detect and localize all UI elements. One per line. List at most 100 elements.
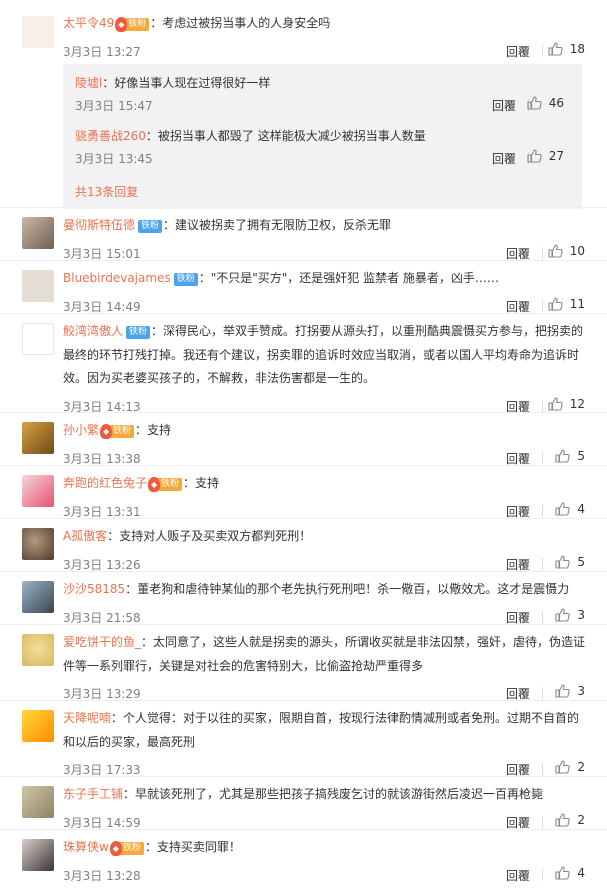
avatar[interactable] xyxy=(22,581,54,613)
comment-item: 孙小繁 ◆ 铁粉 ：支持 3月3日 13:38 回覆 5 xyxy=(0,412,607,467)
action-divider xyxy=(542,399,543,412)
comment-username[interactable]: 珠算侠w xyxy=(63,840,109,854)
comment-body: ：考虑过被拐当事人的人身安全吗 xyxy=(150,16,331,30)
like-button[interactable]: 5 xyxy=(555,449,585,463)
sub-reply-username[interactable]: 骁勇善战260 xyxy=(75,129,146,143)
like-count: 2 xyxy=(577,760,585,774)
like-button[interactable]: 3 xyxy=(555,684,585,698)
sub-reply-button[interactable]: 回覆 xyxy=(492,150,516,167)
thumbs-up-icon xyxy=(527,149,549,163)
like-button[interactable]: 2 xyxy=(555,760,585,774)
like-button[interactable]: 10 xyxy=(548,244,585,258)
reply-button[interactable]: 回覆 xyxy=(506,43,530,60)
avatar[interactable] xyxy=(22,323,54,355)
comment-item: 奔跑的红色兔子 ◆ 铁粉 ：支持 3月3日 13:31 回覆 4 xyxy=(0,465,607,520)
reply-button[interactable]: 回覆 xyxy=(506,450,530,467)
action-divider xyxy=(542,763,543,775)
comment-username[interactable]: 东子手工铺 xyxy=(63,787,123,801)
reply-button[interactable]: 回覆 xyxy=(506,814,530,831)
comment-text: 奔跑的红色兔子 ◆ 铁粉 ：支持 xyxy=(63,472,589,496)
like-count: 4 xyxy=(577,865,585,880)
action-divider xyxy=(542,299,543,312)
sub-reply-body: ：好像当事人现在过得很好一样 xyxy=(102,76,271,90)
avatar[interactable] xyxy=(22,270,54,302)
thumbs-up-icon xyxy=(555,501,577,516)
like-button[interactable]: 4 xyxy=(555,502,585,516)
like-button[interactable]: 2 xyxy=(555,813,585,827)
like-button[interactable]: 5 xyxy=(555,555,585,569)
action-divider xyxy=(542,44,543,57)
comment-item: 太平令49 ◆ 铁粉 ：考虑过被拐当事人的人身安全吗 3月3日 13:27 回覆 18 陵墟l… xyxy=(0,6,607,209)
comment-item: Bluebirdevajames 铁粉 ："不只是"买方"，还是强奸犯 监禁者 施暴… xyxy=(0,260,607,315)
action-divider xyxy=(542,815,543,828)
avatar[interactable] xyxy=(22,786,54,818)
like-button[interactable]: 3 xyxy=(555,608,585,622)
like-button[interactable]: 11 xyxy=(548,297,585,311)
vip-gem-icon: ◆ xyxy=(115,17,128,32)
reply-button[interactable]: 回覆 xyxy=(506,556,530,573)
avatar[interactable] xyxy=(22,710,54,742)
sub-reply-time: 3月3日 13:45 xyxy=(75,152,153,166)
comment-time: 3月3日 13:38 xyxy=(63,451,141,466)
comment-time: 3月3日 21:58 xyxy=(63,610,141,625)
comment-body: ：董老狗和虐待钟某仙的那个老先执行死刑吧！杀一儆百，以儆效尤。这才是震慑力 xyxy=(125,582,570,596)
avatar[interactable] xyxy=(22,422,54,454)
comment-username[interactable]: 爱吃饼干的鱼_ xyxy=(63,635,141,649)
avatar[interactable] xyxy=(22,839,54,871)
sub-like-button[interactable]: 27 xyxy=(527,149,564,163)
like-button[interactable]: 12 xyxy=(548,397,585,411)
action-divider xyxy=(542,504,543,517)
avatar[interactable] xyxy=(22,217,54,249)
comment-username[interactable]: 奔跑的红色兔子 xyxy=(63,476,147,490)
avatar[interactable] xyxy=(22,16,54,48)
avatar[interactable] xyxy=(22,634,54,666)
thumbs-up-icon xyxy=(527,96,549,110)
thumbs-up-icon xyxy=(548,396,570,411)
reply-button[interactable]: 回覆 xyxy=(506,867,530,884)
comment-text: Bluebirdevajames 铁粉 ："不只是"买方"，还是强奸犯 监禁者 施暴… xyxy=(63,267,589,291)
avatar[interactable] xyxy=(22,475,54,507)
comment-username[interactable]: 曼彻斯特伍德 xyxy=(63,218,135,232)
like-count: 11 xyxy=(569,296,585,311)
vip-fan-badge: ◆ 铁粉 xyxy=(100,424,135,439)
sub-reply-username[interactable]: 陵墟l xyxy=(75,76,102,90)
sub-reply-text: 骁勇善战260：被拐当事人都毁了 这样能极大减少被拐当事人数量 xyxy=(75,125,564,149)
comment-username[interactable]: 孙小繁 xyxy=(63,423,99,437)
sub-reply-button[interactable]: 回覆 xyxy=(492,97,516,114)
comment-text: 孙小繁 ◆ 铁粉 ：支持 xyxy=(63,419,589,443)
comment-body: ：支持 xyxy=(135,423,172,437)
comment-username[interactable]: 天降呢喃 xyxy=(63,711,111,725)
reply-button[interactable]: 回覆 xyxy=(506,609,530,626)
comment-body: ：支持 xyxy=(183,476,220,490)
action-divider xyxy=(542,451,543,464)
comment-username[interactable]: 太平令49 xyxy=(63,16,114,30)
reply-button[interactable]: 回覆 xyxy=(506,298,530,315)
like-count: 5 xyxy=(577,554,585,569)
comment-time: 3月3日 13:26 xyxy=(63,557,141,572)
comment-time: 3月3日 15:01 xyxy=(63,246,141,261)
comment-username[interactable]: A孤傲客 xyxy=(63,529,107,543)
comment-username[interactable]: 鲛湾湾傲人 xyxy=(63,324,123,338)
comment-username[interactable]: 沙沙58185 xyxy=(63,582,125,596)
sub-like-button[interactable]: 46 xyxy=(527,96,564,110)
comment-username[interactable]: Bluebirdevajames xyxy=(63,271,171,285)
thumbs-up-icon xyxy=(548,296,570,311)
sub-reply-item: 骁勇善战260：被拐当事人都毁了 这样能极大减少被拐当事人数量 3月3日 13:4… xyxy=(75,125,564,175)
action-divider xyxy=(542,557,543,570)
action-divider xyxy=(542,687,543,699)
reply-button[interactable]: 回覆 xyxy=(506,245,530,262)
more-replies-link[interactable]: 共13条回复 xyxy=(75,183,138,200)
reply-button[interactable]: 回覆 xyxy=(506,503,530,520)
vip-gem-icon: ◆ xyxy=(109,841,122,856)
comment-item: 东子手工铺：早就该死刑了，尤其是那些把孩子搞残废乞讨的就该游街然后凌迟一百再枪毙… xyxy=(0,776,607,831)
comment-time: 3月3日 14:49 xyxy=(63,299,141,314)
like-button[interactable]: 18 xyxy=(548,42,585,56)
tiefen-badge: 铁粉 xyxy=(173,273,198,286)
like-button[interactable]: 4 xyxy=(555,866,585,880)
avatar[interactable] xyxy=(22,528,54,560)
sub-reply-time: 3月3日 15:47 xyxy=(75,99,153,113)
comment-body: ：建议被拐卖了拥有无限防卫权，反杀无罪 xyxy=(163,218,392,232)
sub-replies-box: 陵墟l：好像当事人现在过得很好一样 3月3日 15:47 回覆 46 骁勇善战260：被… xyxy=(63,64,582,209)
comment-item: 爱吃饼干的鱼_：太同意了，这些人就是拐卖的源头，所谓收买就是非法囚禁，强奸，虐待… xyxy=(0,624,607,701)
comment-time: 3月3日 13:27 xyxy=(63,44,141,59)
